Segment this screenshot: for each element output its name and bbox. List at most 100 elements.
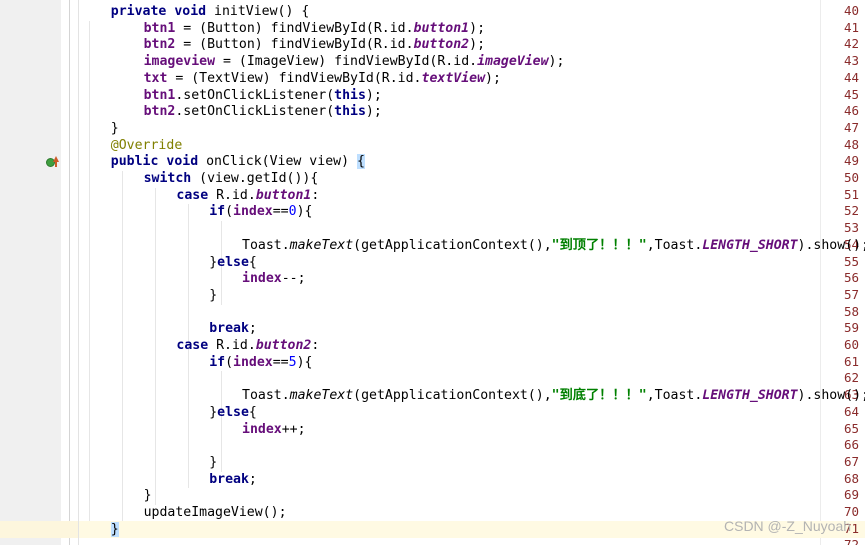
code-token: = (TextView) findViewById(R.id.: [167, 70, 422, 86]
code-token: txt: [143, 70, 168, 86]
code-token: this: [334, 87, 366, 103]
code-line[interactable]: btn1 = (Button) findViewById(R.id.button…: [144, 21, 485, 38]
code-line[interactable]: Toast.makeText(getApplicationContext(),"…: [242, 238, 865, 255]
code-token: ).show();: [797, 237, 865, 253]
code-line[interactable]: Toast.makeText(getApplicationContext(),"…: [242, 388, 865, 405]
code-line[interactable]: if(index==0){: [209, 204, 312, 221]
code-token: = (ImageView) findViewById(R.id.: [215, 54, 478, 70]
code-token: if: [209, 204, 226, 220]
code-token: ++;: [281, 421, 306, 437]
code-token: = (Button) findViewById(R.id.: [175, 37, 414, 53]
code-token: ==: [272, 204, 289, 220]
code-token: (: [225, 204, 234, 220]
code-token: "到底了！！！": [551, 388, 647, 404]
code-token: case: [176, 338, 209, 353]
code-token: break: [209, 321, 249, 337]
code-token: );: [365, 104, 382, 120]
code-token: button2: [413, 37, 470, 53]
override-method-icon[interactable]: [46, 156, 59, 169]
code-token: btn2: [143, 37, 176, 53]
code-line[interactable]: }: [144, 488, 152, 505]
code-line[interactable]: break;: [209, 472, 257, 489]
code-token: .setOnClickListener(: [175, 104, 335, 120]
code-line[interactable]: index++;: [242, 422, 306, 439]
code-line[interactable]: }: [110, 521, 119, 539]
code-token: onClick(View view): [198, 154, 357, 170]
code-token: initView() {: [206, 4, 310, 19]
code-token: 0: [288, 204, 297, 220]
code-token: }: [209, 454, 218, 470]
code-token: }: [110, 521, 119, 537]
code-token: LENGTH_SHORT: [702, 237, 798, 253]
code-token: }: [209, 404, 218, 420]
code-token: public: [110, 154, 159, 170]
gutter-icon-strip[interactable]: [44, 0, 61, 545]
code-token: LENGTH_SHORT: [702, 388, 798, 404]
code-line[interactable]: }: [209, 288, 217, 305]
code-token: {: [356, 154, 365, 170]
code-token: = (Button) findViewById(R.id.: [175, 20, 414, 36]
code-token: updateImageView();: [143, 505, 287, 520]
code-line[interactable]: if(index==5){: [209, 355, 312, 372]
code-token: "到顶了！！！": [551, 237, 647, 253]
code-line[interactable]: private void initView() {: [111, 4, 310, 21]
code-token: btn2: [143, 104, 176, 120]
override-arrow-stem-icon: [55, 160, 57, 168]
code-line[interactable]: public void onClick(View view) {: [111, 154, 365, 171]
code-line[interactable]: break;: [209, 321, 257, 338]
code-token: {: [248, 404, 257, 420]
code-token: }: [143, 488, 152, 504]
code-line[interactable]: txt = (TextView) findViewById(R.id.textV…: [144, 71, 501, 88]
code-token: :: [311, 187, 320, 203]
code-line[interactable]: index--;: [242, 271, 306, 288]
code-line[interactable]: @Override: [111, 138, 182, 155]
code-token: ){: [296, 354, 313, 370]
code-token: (getApplicationContext(),: [353, 237, 552, 253]
code-token: {: [248, 254, 257, 270]
code-token: imageview: [143, 54, 216, 70]
code-editor[interactable]: 40 41 42 43 44 45 46 47 48 49 50 51 52 53 54 55 56 57 58 59…: [0, 0, 865, 545]
code-token: );: [485, 70, 501, 86]
code-token: if: [209, 354, 226, 370]
code-token: makeText: [289, 237, 354, 253]
code-token: );: [469, 37, 486, 53]
code-token: ,Toast.: [646, 237, 703, 253]
code-token: index: [233, 204, 273, 220]
code-token: private: [110, 4, 167, 19]
line-number-gutter[interactable]: [0, 0, 45, 545]
code-token: (view.getId()){: [191, 171, 319, 186]
code-token: imageView: [477, 54, 549, 70]
code-line[interactable]: imageview = (ImageView) findViewById(R.i…: [144, 54, 565, 71]
code-line[interactable]: btn2.setOnClickListener(this);: [144, 104, 382, 121]
code-line[interactable]: updateImageView();: [144, 505, 287, 522]
code-folding-strip[interactable]: [61, 0, 79, 545]
code-line[interactable]: }: [209, 455, 217, 472]
code-token: );: [469, 20, 486, 36]
code-token: Toast.: [242, 237, 290, 253]
code-line[interactable]: }: [111, 121, 119, 138]
code-line[interactable]: switch (view.getId()){: [144, 171, 319, 188]
code-token: btn1: [143, 87, 176, 103]
code-line[interactable]: btn2 = (Button) findViewById(R.id.button…: [144, 37, 485, 54]
code-token: button2: [255, 338, 312, 353]
code-line[interactable]: case R.id.button2:: [176, 338, 319, 355]
csdn-watermark: CSDN @-Z_Nuyoah: [724, 518, 852, 534]
current-line-gutter-highlight: [0, 520, 78, 538]
code-line[interactable]: case R.id.button1:: [176, 188, 319, 205]
fold-guide-line: [69, 0, 70, 545]
code-line[interactable]: }else{: [209, 255, 257, 272]
code-token: void: [166, 154, 199, 170]
code-line[interactable]: }else{: [209, 405, 257, 422]
code-token: (: [225, 354, 234, 370]
code-token: textView: [421, 70, 486, 86]
code-line[interactable]: btn1.setOnClickListener(this);: [144, 88, 382, 105]
code-token: ,Toast.: [646, 388, 703, 404]
code-token: .setOnClickListener(: [175, 87, 335, 103]
code-text-area[interactable]: private void initView() {btn1 = (Button)…: [78, 0, 865, 545]
code-token: break: [209, 471, 249, 487]
code-token: (getApplicationContext(),: [353, 388, 552, 404]
code-token: );: [548, 54, 565, 70]
code-token: }: [209, 254, 218, 270]
code-token: ==: [272, 354, 289, 370]
code-token: ;: [248, 471, 257, 487]
